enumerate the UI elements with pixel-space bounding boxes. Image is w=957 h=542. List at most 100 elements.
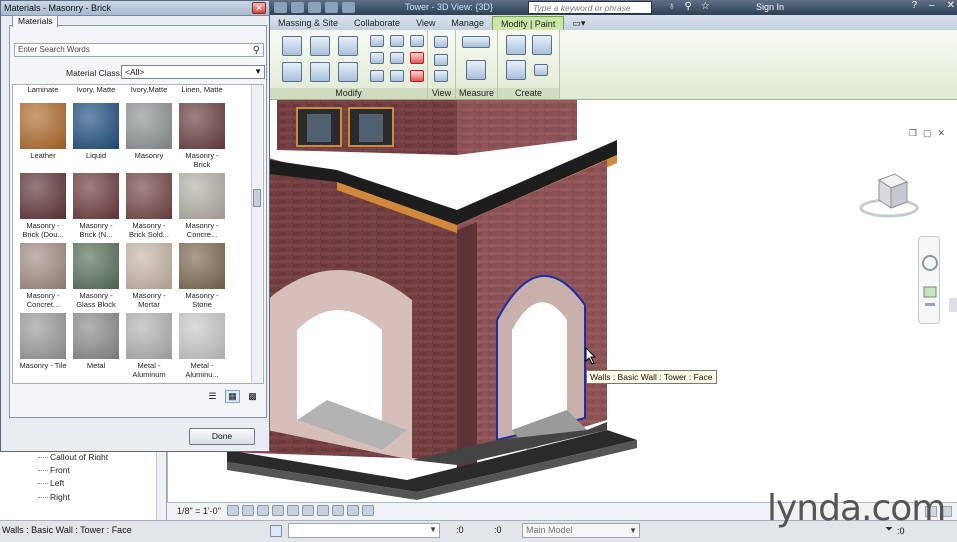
viewcube-icon[interactable]	[859, 170, 919, 220]
minimize-icon[interactable]: –	[929, 0, 935, 11]
material-item[interactable]: Masonry - Mortar	[123, 241, 175, 311]
material-item-partial[interactable]: Laminate - Ivory, Matte	[70, 85, 122, 101]
close-view-icon[interactable]: ✕	[937, 128, 945, 139]
material-item[interactable]: Masonry - Brick (Dou...	[17, 171, 69, 241]
material-item-partial[interactable]: Laminate - Linen, Matte	[176, 85, 228, 101]
material-item-partial[interactable]: Laminate	[17, 85, 69, 101]
material-search-input[interactable]: Enter Search Words ⚲	[14, 43, 264, 57]
material-item[interactable]: Masonry - Tile	[17, 311, 69, 381]
trim-icon[interactable]	[338, 62, 358, 82]
maximize-view-icon[interactable]: ▢	[923, 128, 932, 139]
hide-icon[interactable]	[434, 36, 448, 48]
material-item[interactable]: Metal	[70, 311, 122, 381]
subscription-icon[interactable]: ⚲	[685, 1, 692, 12]
reveal-hidden-icon[interactable]	[362, 505, 374, 516]
materials-dialog-titlebar[interactable]: Materials - Masonry - Brick ✕	[1, 1, 269, 16]
open-icon[interactable]	[274, 2, 287, 13]
offset-icon[interactable]	[282, 62, 302, 82]
visual-style-icon[interactable]	[242, 505, 254, 516]
restore-view-icon[interactable]: ❐	[909, 128, 917, 139]
material-item-partial[interactable]: Laminate - Ivory,Matte	[123, 85, 175, 101]
nav-options-icon[interactable]	[925, 303, 935, 306]
tree-item-right[interactable]: Right	[50, 492, 70, 502]
mirror-draw-icon[interactable]	[338, 36, 358, 56]
tab-view[interactable]: View	[408, 16, 443, 30]
binoculars-icon[interactable]: ♁	[668, 1, 676, 12]
delete-icon[interactable]	[410, 70, 424, 82]
zoom-region-icon[interactable]	[923, 286, 937, 298]
large-thumbnail-icon[interactable]: ▩	[245, 390, 260, 403]
dimension-icon[interactable]	[466, 60, 486, 80]
list-view-icon[interactable]: ☰	[205, 390, 220, 403]
close-icon[interactable]: ✕	[947, 0, 955, 11]
rotate-icon[interactable]	[310, 62, 330, 82]
search-icon[interactable]: ⚲	[253, 45, 260, 57]
ribbon-toggle-icon[interactable]: ▭▾	[564, 16, 593, 30]
create-assembly-icon[interactable]	[534, 64, 548, 76]
navigation-bar[interactable]	[918, 236, 940, 324]
tab-modify-paint[interactable]: Modify | Paint	[491, 16, 565, 30]
material-item[interactable]: Masonry - Brick (N...	[70, 171, 122, 241]
sign-in-button[interactable]: Sign In	[756, 2, 784, 12]
done-button[interactable]: Done	[189, 428, 255, 445]
project-browser-scrollbar[interactable]	[156, 452, 166, 520]
align-icon[interactable]	[282, 36, 302, 56]
copy-icon[interactable]	[390, 35, 404, 47]
split-icon[interactable]	[370, 52, 384, 64]
3d-viewport[interactable]: ❐ ▢ ✕ Walls : Basic Wall : Tower : Face	[167, 100, 957, 502]
show-crop-icon[interactable]	[317, 505, 329, 516]
communication-icon[interactable]: ☆	[701, 1, 710, 12]
shadows-icon[interactable]	[272, 505, 284, 516]
viewport-scrollbar[interactable]	[949, 298, 957, 312]
material-item[interactable]: Masonry - Brick Sold...	[123, 171, 175, 241]
material-item[interactable]: Masonry - Glass Block	[70, 241, 122, 311]
override-icon[interactable]	[434, 54, 448, 66]
scroll-thumb[interactable]	[253, 189, 261, 207]
tree-item-callout-of-right[interactable]: Callout of Right	[50, 452, 108, 460]
pin-icon[interactable]	[390, 70, 404, 82]
mirror-pick-icon[interactable]	[310, 36, 330, 56]
create-similar-icon[interactable]	[506, 35, 526, 55]
view-scale[interactable]: 1/8" = 1'-0"	[177, 506, 221, 516]
render-icon[interactable]	[287, 505, 299, 516]
tab-manage[interactable]: Manage	[443, 16, 492, 30]
material-item[interactable]: Masonry - Brick	[176, 101, 228, 171]
array-icon[interactable]	[390, 52, 404, 64]
tab-collaborate[interactable]: Collaborate	[346, 16, 408, 30]
medium-thumbnail-icon[interactable]: ▦	[225, 390, 240, 403]
unpin-icon[interactable]	[410, 52, 424, 64]
move-icon[interactable]	[370, 35, 384, 47]
help-search-input[interactable]: Type a keyword or phrase	[528, 1, 652, 14]
material-item[interactable]: Liquid	[70, 101, 122, 171]
help-icon[interactable]: ?	[911, 0, 917, 11]
close-icon[interactable]: ✕	[252, 2, 266, 14]
material-class-select[interactable]: <All> ▼	[121, 65, 265, 79]
linework-icon[interactable]	[434, 70, 448, 82]
design-option-dropdown[interactable]: Main Model ▼	[522, 523, 640, 538]
material-item[interactable]: Masonry - Concre...	[176, 171, 228, 241]
crop-view-icon[interactable]	[302, 505, 314, 516]
lock-view-icon[interactable]	[332, 505, 344, 516]
material-grid-scrollbar[interactable]	[251, 85, 262, 383]
rotate-small-icon[interactable]	[410, 35, 424, 47]
sun-path-icon[interactable]	[257, 505, 269, 516]
redo-icon[interactable]	[325, 2, 338, 13]
tree-item-front[interactable]: Front	[50, 465, 70, 475]
material-item[interactable]: Masonry - Concret...	[17, 241, 69, 311]
create-group-icon[interactable]	[532, 35, 552, 55]
scale-icon[interactable]	[370, 70, 384, 82]
tree-item-left[interactable]: Left	[50, 478, 64, 488]
temp-hide-icon[interactable]	[347, 505, 359, 516]
detail-level-icon[interactable]	[227, 505, 239, 516]
save-icon[interactable]	[291, 2, 304, 13]
tab-materials[interactable]: Materials	[12, 15, 59, 27]
tab-massing-site[interactable]: Massing & Site	[270, 16, 346, 30]
create-parts-icon[interactable]	[506, 60, 526, 80]
print-icon[interactable]	[342, 2, 355, 13]
material-item[interactable]: Masonry - Stone	[176, 241, 228, 311]
undo-icon[interactable]	[308, 2, 321, 13]
steering-wheel-icon[interactable]	[922, 255, 938, 271]
workset-dropdown[interactable]: ▼	[288, 523, 440, 538]
editing-requests-count[interactable]: :0	[456, 525, 464, 535]
material-item[interactable]: Masonry	[123, 101, 175, 171]
